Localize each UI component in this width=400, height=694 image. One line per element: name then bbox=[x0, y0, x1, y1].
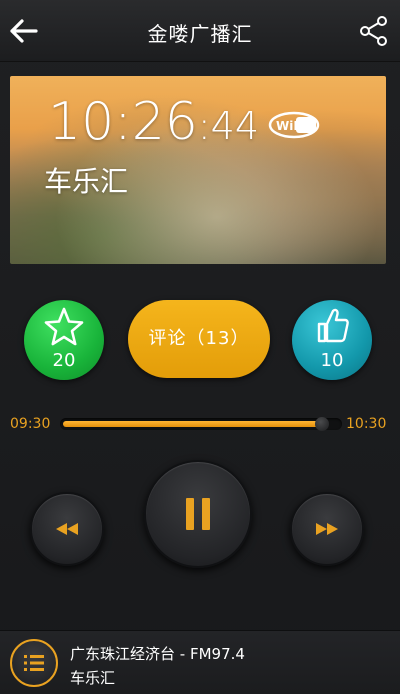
page-title: 金喽广播汇 bbox=[147, 22, 253, 46]
cover-program-label: 车乐汇 bbox=[44, 165, 129, 198]
share-button[interactable] bbox=[358, 14, 390, 48]
playlist-icon bbox=[24, 655, 44, 671]
progress-slider[interactable] bbox=[60, 417, 342, 431]
star-icon bbox=[44, 307, 84, 346]
cover-clock: 10:26:44 bbox=[48, 92, 259, 152]
program-cover: 10:26:44 WiFi 车乐汇 bbox=[10, 76, 386, 264]
rewind-icon bbox=[56, 523, 78, 535]
fast-forward-icon bbox=[316, 523, 338, 535]
clock-seconds: :44 bbox=[197, 104, 260, 148]
comment-button[interactable]: 评论（13） bbox=[128, 300, 270, 378]
share-icon bbox=[360, 16, 387, 46]
program-end-time: 10:30 bbox=[346, 416, 387, 432]
progress-fill bbox=[63, 421, 322, 427]
wifi-badge-text: WiFi bbox=[276, 119, 306, 133]
favorite-button[interactable]: 20 bbox=[24, 300, 104, 380]
thumbs-up-icon bbox=[317, 308, 349, 343]
pause-button[interactable] bbox=[144, 460, 252, 568]
now-playing-bar[interactable]: 广东珠江经济台 - FM97.4 车乐汇 bbox=[0, 630, 400, 694]
station-name: 广东珠江经济台 - FM97.4 bbox=[70, 645, 245, 663]
progress-thumb[interactable] bbox=[315, 417, 329, 431]
clock-hours-minutes: 10:26 bbox=[48, 92, 198, 152]
rewind-button[interactable] bbox=[30, 492, 104, 566]
program-name: 车乐汇 bbox=[70, 669, 116, 687]
wifi-icon: WiFi bbox=[268, 111, 320, 139]
fast-forward-button[interactable] bbox=[290, 492, 364, 566]
title-bar: 金喽广播汇 bbox=[0, 0, 400, 62]
program-start-time: 09:30 bbox=[10, 416, 51, 432]
pause-icon bbox=[186, 498, 210, 530]
like-button[interactable]: 10 bbox=[292, 300, 372, 380]
like-count: 10 bbox=[320, 350, 344, 371]
playlist-button[interactable] bbox=[10, 639, 58, 687]
favorite-count: 20 bbox=[52, 350, 76, 371]
